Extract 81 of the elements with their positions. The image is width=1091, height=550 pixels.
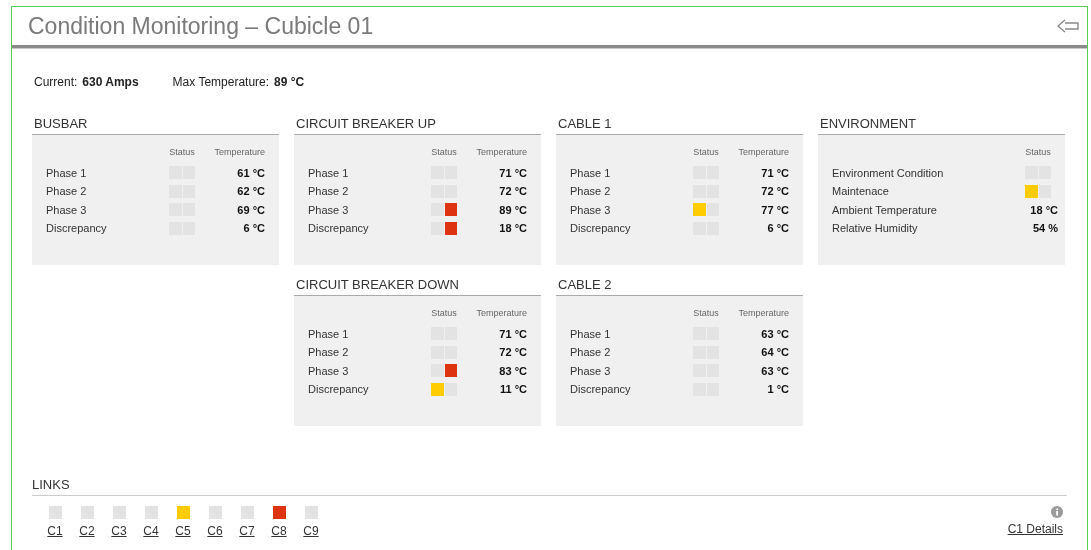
row-label: Phase 2 [570, 184, 612, 199]
row-label: Phase 2 [308, 345, 350, 360]
temperature-value: 1 °C [766, 382, 789, 397]
back-icon[interactable] [1057, 19, 1079, 33]
link[interactable]: C6 [207, 522, 223, 540]
row-label: Phase 1 [308, 165, 350, 181]
temperature-value: 11 °C [498, 382, 527, 397]
reading-value: 54 % [1031, 221, 1058, 236]
row-label: Discrepancy [308, 382, 370, 397]
summary-label: Current: [34, 74, 78, 91]
link[interactable]: C9 [303, 522, 319, 540]
temperature-value: 63 °C [760, 363, 789, 379]
row-label: Discrepancy [570, 221, 632, 236]
temperature-value: 63 °C [760, 326, 789, 342]
row-label: Relative Humidity [832, 221, 919, 236]
column-header: Temperature [737, 307, 789, 321]
column-header: Status [431, 146, 457, 160]
temperature-value: 69 °C [236, 202, 265, 218]
row-label: Environment Condition [832, 165, 945, 181]
details-link[interactable]: C1 Details [1007, 520, 1063, 538]
column-header: Status [693, 146, 719, 160]
section-title: CABLE 2 [557, 277, 613, 293]
row-label: Phase 1 [46, 165, 88, 181]
row-label: Discrepancy [570, 382, 632, 397]
row-label: Discrepancy [46, 221, 108, 236]
info-icon [1051, 506, 1063, 518]
section-title: LINKS [32, 477, 71, 493]
column-header: Status [1025, 146, 1051, 160]
temperature-value: 72 °C [498, 345, 527, 360]
row-label: Phase 3 [46, 202, 88, 218]
column-header: Status [693, 307, 719, 321]
link[interactable]: C5 [175, 522, 191, 540]
temperature-value: 61 °C [236, 165, 265, 181]
temperature-value: 72 °C [498, 184, 527, 199]
link[interactable]: C8 [271, 522, 287, 540]
temperature-value: 6 °C [766, 221, 789, 236]
link[interactable]: C3 [111, 522, 127, 540]
column-header: Status [431, 307, 457, 321]
summary-value: 630 Amps [82, 74, 139, 91]
link[interactable]: C4 [143, 522, 159, 540]
section-title: CABLE 1 [557, 116, 613, 132]
column-header: Temperature [475, 146, 527, 160]
temperature-value: 83 °C [498, 363, 527, 379]
row-label: Phase 2 [570, 345, 612, 360]
link[interactable]: C1 [47, 522, 63, 540]
row-label: Maintenace [832, 184, 890, 199]
summary-value: 89 °C [274, 74, 305, 91]
row-label: Phase 3 [570, 363, 612, 379]
section-title: CIRCUIT BREAKER DOWN [295, 277, 460, 293]
section-title: BUSBAR [33, 116, 89, 132]
temperature-value: 71 °C [498, 326, 527, 342]
section-title: ENVIRONMENT [819, 116, 918, 132]
column-header: Temperature [475, 307, 527, 321]
temperature-value: 77 °C [760, 202, 789, 218]
summary-label: Max Temperature: [172, 74, 270, 91]
reading-value: 18 °C [1029, 202, 1058, 218]
temperature-value: 18 °C [498, 221, 527, 236]
section-title: CIRCUIT BREAKER UP [295, 116, 437, 132]
column-header: Status [169, 146, 195, 160]
temperature-value: 89 °C [498, 202, 527, 218]
row-label: Phase 1 [570, 326, 612, 342]
row-label: Phase 1 [570, 165, 612, 181]
link[interactable]: C7 [239, 522, 255, 540]
temperature-value: 64 °C [760, 345, 789, 360]
row-label: Phase 3 [570, 202, 612, 218]
row-label: Phase 3 [308, 202, 350, 218]
row-label: Phase 2 [46, 184, 88, 199]
temperature-value: 62 °C [236, 184, 265, 199]
column-header: Temperature [213, 146, 265, 160]
row-label: Phase 3 [308, 363, 350, 379]
temperature-value: 71 °C [760, 165, 789, 181]
temperature-value: 6 °C [242, 221, 265, 236]
temperature-value: 72 °C [760, 184, 789, 199]
column-header: Temperature [737, 146, 789, 160]
row-label: Ambient Temperature [832, 202, 938, 218]
page-title: Condition Monitoring – Cubicle 01 [28, 11, 374, 41]
link[interactable]: C2 [79, 522, 95, 540]
temperature-value: 71 °C [498, 165, 527, 181]
row-label: Phase 2 [308, 184, 350, 199]
row-label: Discrepancy [308, 221, 370, 236]
row-label: Phase 1 [308, 326, 350, 342]
